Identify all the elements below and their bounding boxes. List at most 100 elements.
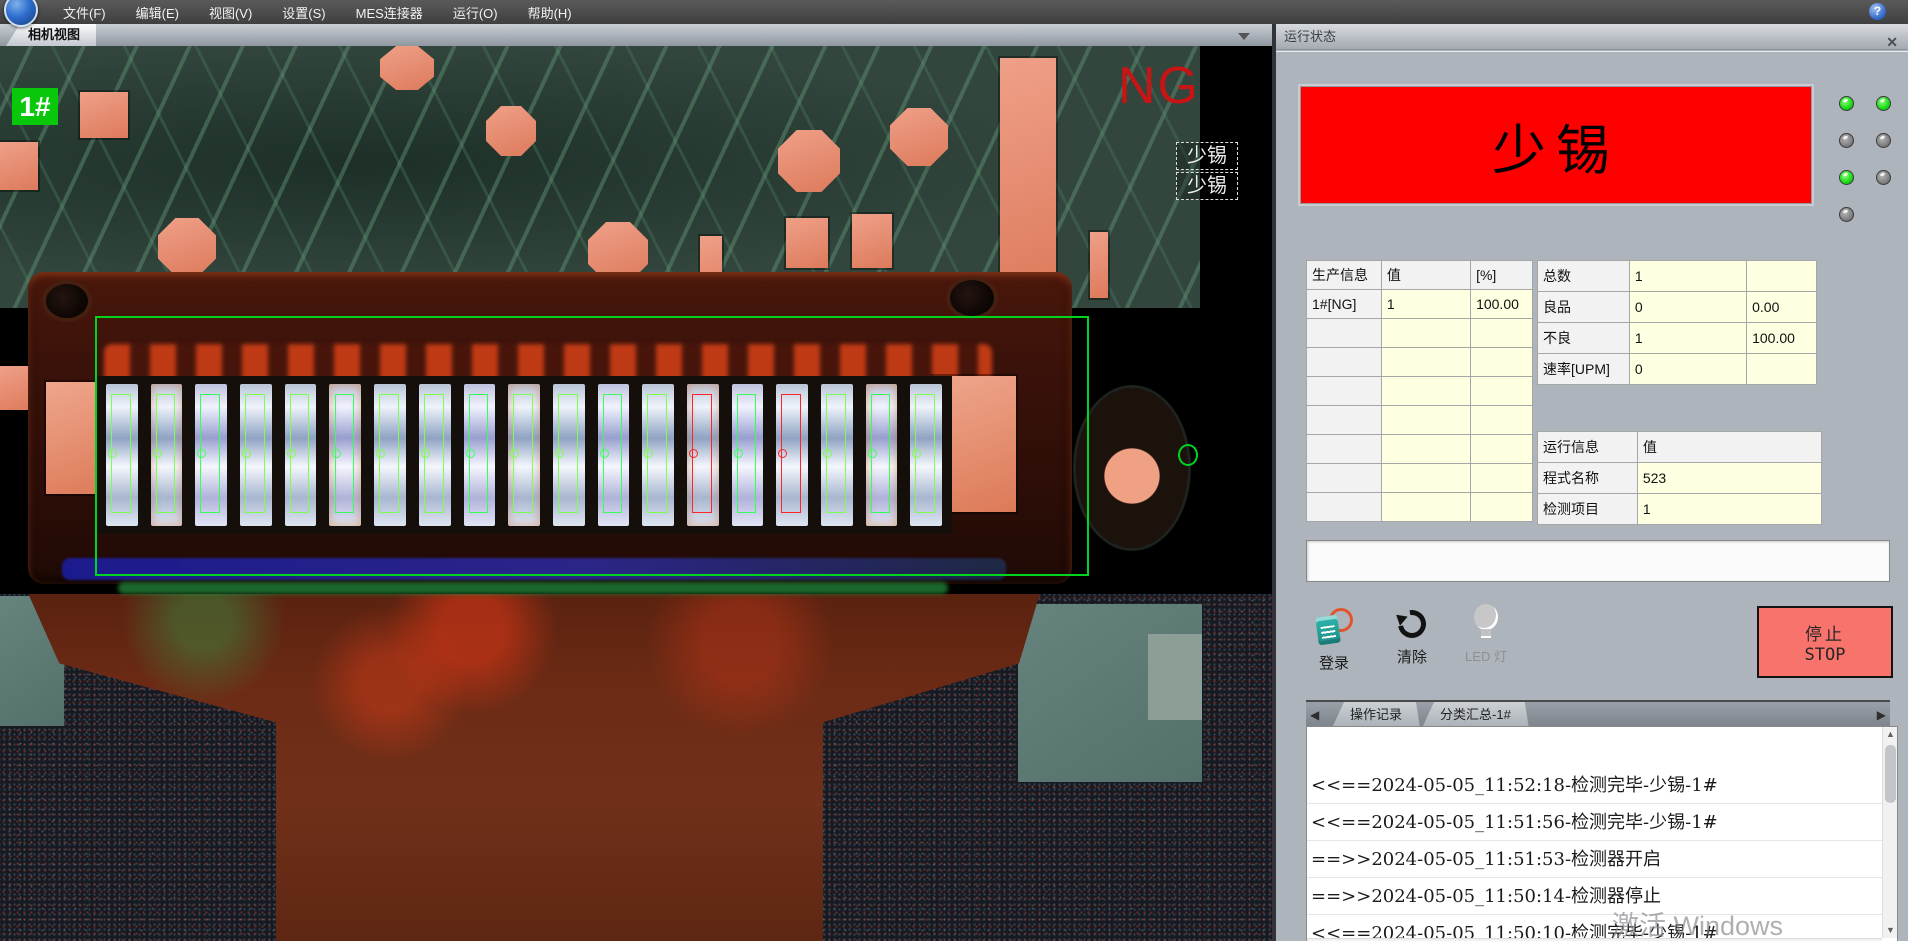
status-led (1876, 170, 1891, 185)
production-name-cell (1307, 348, 1382, 377)
runinfo-name-cell: 检测项目 (1538, 494, 1638, 525)
production-pct-cell (1471, 348, 1533, 377)
tab-scroll-right-icon[interactable]: ▶ (1877, 708, 1886, 722)
production-pct-cell: 100.00 (1471, 290, 1533, 319)
stats-name-cell: 速率[UPM] (1538, 354, 1630, 385)
runinfo-value-cell: 1 (1637, 494, 1821, 525)
runinfo-rows: 程式名称 523 检测项目 1 (1538, 463, 1822, 525)
help-icon[interactable]: ? (1869, 3, 1886, 20)
stats-value-cell: 1 (1629, 323, 1746, 354)
production-name-cell: 1#[NG] (1307, 290, 1382, 319)
production-pct-cell (1471, 464, 1533, 493)
runinfo-table: 运行信息值 程式名称 523 检测项目 1 (1537, 431, 1822, 525)
status-led (1839, 96, 1854, 111)
production-name-cell (1307, 464, 1382, 493)
menu-item[interactable]: 设置(S) (267, 0, 340, 26)
defect-labels: 少锡少锡 (1176, 142, 1238, 202)
menu-item[interactable]: 视图(V) (194, 0, 267, 26)
log-tab[interactable]: 操作记录 (1332, 702, 1420, 728)
run-status-panel: 运行状态 ✕ 少锡 生产信息值[%] 1#[NG] 1 100.00 (1276, 24, 1908, 941)
menu-item[interactable]: 文件(F) (48, 0, 121, 26)
table-row[interactable] (1307, 464, 1533, 493)
production-value-cell (1381, 493, 1470, 522)
scrollbar-thumb[interactable] (1885, 745, 1896, 803)
log-tabs: 操作记录分类汇总-1# (1332, 702, 1531, 728)
log-entry: <<==2024-05-05_11:51:56-检测完毕-少锡-1# (1307, 804, 1882, 841)
status-led (1839, 207, 1854, 222)
table-row[interactable]: 1#[NG] 1 100.00 (1307, 290, 1533, 319)
table-row: 程式名称 523 (1538, 463, 1822, 494)
station-label: 1# (12, 88, 58, 125)
chevron-down-icon[interactable] (1238, 33, 1250, 40)
panel-title-bar: 运行状态 ✕ (1276, 24, 1908, 50)
production-pct-cell (1471, 377, 1533, 406)
production-value-cell (1381, 319, 1470, 348)
stats-value-cell: 1 (1629, 261, 1746, 292)
led-label: LED 灯 (1454, 646, 1518, 665)
log-list[interactable]: <<==2024-05-05_11:52:18-检测完毕-少锡-1#<<==20… (1307, 727, 1882, 938)
production-value-cell: 1 (1381, 290, 1470, 319)
clear-button[interactable]: 清除 (1380, 608, 1444, 667)
production-header-cell: 值 (1381, 261, 1470, 290)
production-value-cell (1381, 348, 1470, 377)
log-entry: <<==2024-05-05_11:52:18-检测完毕-少锡-1# (1307, 767, 1882, 804)
production-pct-cell (1471, 493, 1533, 522)
stop-label-en: STOP (1805, 645, 1846, 665)
led-light-button[interactable]: LED 灯 (1454, 604, 1518, 665)
clear-label: 清除 (1380, 646, 1444, 667)
menu-item[interactable]: 帮助(H) (513, 0, 587, 26)
solder-green-streak (118, 582, 948, 594)
log-entry: ==>>2024-05-05_11:50:14-检测器停止 (1307, 878, 1882, 915)
stats-pct-cell (1747, 354, 1817, 385)
production-value-cell (1381, 377, 1470, 406)
runinfo-value-cell: 523 (1637, 463, 1821, 494)
table-row[interactable] (1307, 435, 1533, 464)
stats-value-cell: 0 (1629, 292, 1746, 323)
pcb-pad (1000, 58, 1056, 298)
scroll-down-icon[interactable]: ▼ (1883, 923, 1898, 938)
camera-bottom-region (0, 594, 1272, 941)
pcb-donut-pad (1076, 388, 1188, 548)
stop-button[interactable]: 停止 STOP (1757, 606, 1893, 678)
panel-title: 运行状态 (1284, 29, 1336, 44)
light-bulb-icon (1473, 604, 1499, 640)
menu-item[interactable]: MES连接器 (341, 0, 438, 26)
table-row[interactable] (1307, 493, 1533, 522)
menu-bar: 文件(F)编辑(E)视图(V)设置(S)MES连接器运行(O)帮助(H) ? (0, 0, 1908, 24)
table-row[interactable] (1307, 319, 1533, 348)
stats-rows: 总数 1 良品 0 0.00 不良 1 100.00 (1538, 261, 1817, 385)
status-led (1839, 170, 1854, 185)
login-button[interactable]: 登录 (1302, 608, 1366, 673)
production-value-cell (1381, 464, 1470, 493)
status-led (1839, 133, 1854, 148)
log-tab-bar: ◀ 操作记录分类汇总-1# ▶ (1306, 700, 1890, 726)
login-label: 登录 (1302, 652, 1366, 673)
production-name-cell (1307, 377, 1382, 406)
drill-hole (46, 284, 88, 318)
production-name-cell (1307, 319, 1382, 348)
camera-viewport: 1# NG 少锡少锡 (0, 46, 1272, 941)
message-box[interactable] (1306, 540, 1890, 582)
table-row[interactable] (1307, 406, 1533, 435)
pcb-pad (852, 214, 892, 268)
pcb-pad (1090, 232, 1108, 298)
log-entry: ==>>2024-05-05_11:51:53-检测器开启 (1307, 841, 1882, 878)
scroll-up-icon[interactable]: ▲ (1883, 727, 1898, 742)
status-led-grid (1828, 96, 1902, 222)
table-row[interactable] (1307, 377, 1533, 406)
menu-item[interactable]: 编辑(E) (121, 0, 194, 26)
table-row[interactable] (1307, 348, 1533, 377)
production-table: 生产信息值[%] 1#[NG] 1 100.00 (1306, 260, 1533, 522)
log-entry: <<==2024-05-05_11:50:10-检测完毕-少锡-1# (1307, 915, 1882, 938)
menu-item[interactable]: 运行(O) (438, 0, 513, 26)
tab-scroll-left-icon[interactable]: ◀ (1310, 708, 1319, 722)
app-logo-icon (4, 0, 38, 27)
stats-table: 总数 1 良品 0 0.00 不良 1 100.00 (1537, 260, 1817, 385)
production-name-cell (1307, 406, 1382, 435)
log-tab[interactable]: 分类汇总-1# (1422, 702, 1529, 728)
pcb-texture (0, 46, 1200, 308)
vertical-scrollbar[interactable]: ▲ ▼ (1882, 727, 1897, 938)
runinfo-header-cell: 值 (1637, 432, 1821, 463)
status-led (1876, 133, 1891, 148)
tab-camera-view[interactable]: 相机视图 (6, 24, 96, 46)
